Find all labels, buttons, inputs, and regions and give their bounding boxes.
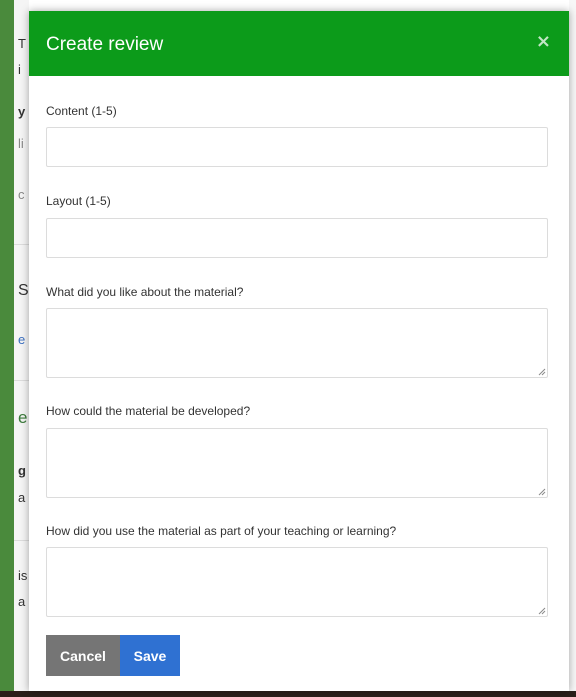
modal-title: Create review [46,34,164,55]
background-right-edge [569,0,576,697]
background-text: T [18,36,26,51]
background-border [0,0,14,697]
background-text: e [18,332,26,347]
background-text: y [18,104,26,119]
layout-input[interactable] [46,218,548,258]
background-divider [14,244,29,245]
developed-label: How could the material be developed? [46,404,251,418]
content-input[interactable] [46,127,548,167]
liked-textarea[interactable] [46,308,548,378]
modal-header: Create review × [29,11,569,76]
content-label: Content (1-5) [46,104,117,118]
create-review-modal: Create review × Content (1-5) Layout (1-… [29,11,569,691]
background-text: is [18,568,28,583]
background-text: c [18,187,25,202]
background-text: e [18,408,28,427]
usage-label: How did you use the material as part of … [46,524,397,538]
background-text: S [18,282,28,299]
layout-label: Layout (1-5) [46,194,111,208]
background-text: li [18,136,24,151]
developed-textarea[interactable] [46,428,548,498]
background-text: g [18,463,26,478]
background-text: a [18,594,26,609]
resize-handle-icon[interactable] [538,488,546,496]
save-button[interactable]: Save [120,635,180,676]
background-text: i [18,62,21,77]
background-divider [14,380,29,381]
background-divider [14,540,29,541]
liked-label: What did you like about the material? [46,285,244,299]
background-bottom-edge [0,691,576,697]
background-text: a [18,490,26,505]
close-button[interactable]: × [536,31,551,52]
resize-handle-icon[interactable] [538,368,546,376]
resize-handle-icon[interactable] [538,607,546,615]
usage-textarea[interactable] [46,547,548,617]
cancel-button[interactable]: Cancel [46,635,120,676]
close-icon: × [535,31,551,52]
